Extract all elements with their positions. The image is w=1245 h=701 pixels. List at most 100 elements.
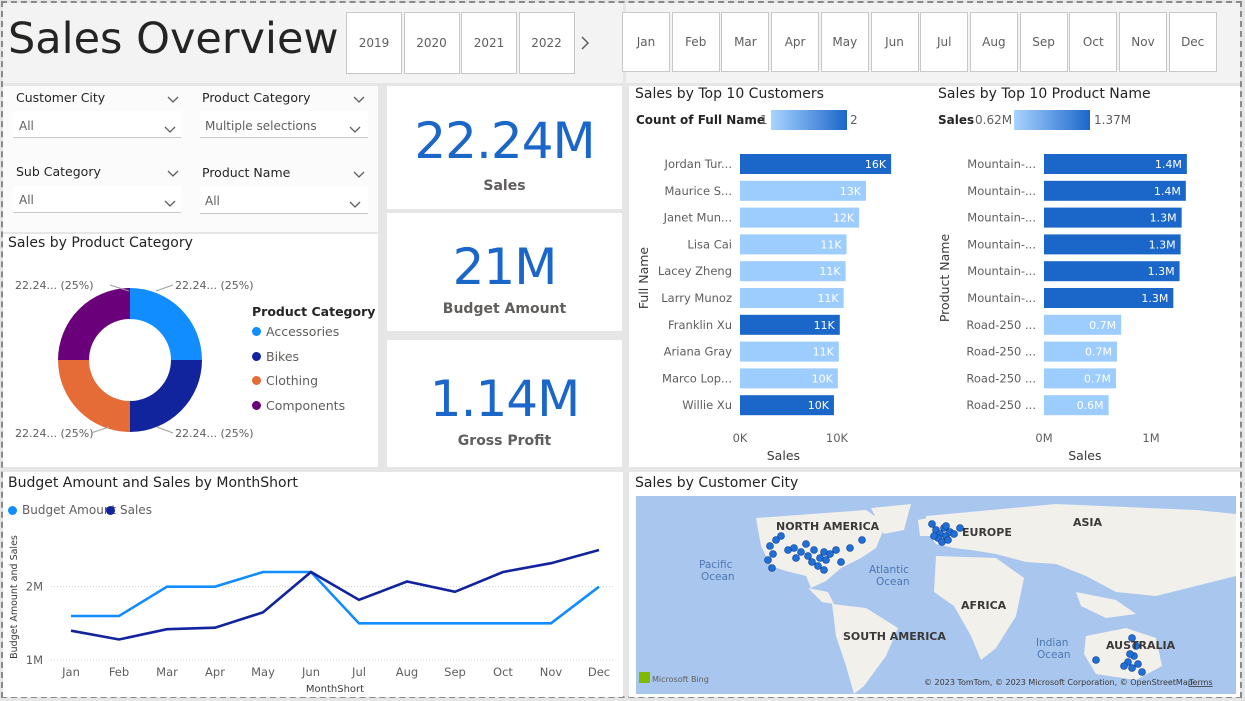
donut-legend-item-clothing[interactable]: Clothing xyxy=(252,373,318,388)
y-axis-title: Budget Amount and Sales xyxy=(9,535,20,659)
sales-kpi-card[interactable]: 22.24M Sales xyxy=(387,86,622,209)
budget-kpi-value: 21M xyxy=(452,238,558,296)
sub-category-collapse-icon[interactable] xyxy=(166,164,180,183)
donut-slice-label: 22.24... (25%) xyxy=(15,279,94,292)
x-tick-label: Aug xyxy=(396,665,418,679)
line-chart[interactable]: 2M 1M Jan Feb Mar Apr May Jun Jul Aug Sep Oct Nov Dec… xyxy=(3,520,623,697)
line-series-sales[interactable] xyxy=(70,548,600,641)
city-bubble[interactable] xyxy=(944,536,952,544)
y-axis-title: Product Name xyxy=(937,234,952,323)
city-bubble[interactable] xyxy=(1128,664,1136,672)
uk-landmass xyxy=(918,518,930,536)
bar-data-label: 0.7M xyxy=(1089,319,1116,332)
bar-category-label: Mountain-... xyxy=(967,184,1036,198)
month-button-nov[interactable]: Nov xyxy=(1119,12,1167,72)
donut-slice-bikes[interactable] xyxy=(130,360,202,432)
bar-data-label: 10K xyxy=(812,372,834,385)
customer-city-dropdown[interactable] xyxy=(13,111,181,138)
donut-slice-accessories[interactable] xyxy=(130,288,202,360)
bar-data-label: 1.3M xyxy=(1141,292,1168,305)
profit-kpi-card[interactable]: 1.14M Gross Profit xyxy=(387,340,622,467)
month-button-may[interactable]: May xyxy=(820,12,869,72)
sub-category-dropdown[interactable] xyxy=(13,186,181,213)
city-bubble[interactable] xyxy=(822,556,830,564)
city-bubble[interactable] xyxy=(784,546,792,554)
donut-chart[interactable]: 22.24... (25%) 22.24... (25%) 22.24... (… xyxy=(3,260,253,460)
city-bubble[interactable] xyxy=(810,546,818,554)
top-customers-chart[interactable]: Jordan Tur... 16K Maurice S... 13K Janet Mun… xyxy=(629,140,929,466)
x-tick-label: Jul xyxy=(351,665,366,679)
city-bubble[interactable] xyxy=(764,556,772,564)
bar-data-label: 13K xyxy=(840,185,862,198)
y-tick-label: 2M xyxy=(26,580,43,594)
top-products-chart[interactable]: Mountain-... 1.4M Mountain-... 1.4M Mountain… xyxy=(930,140,1235,466)
city-bubble[interactable] xyxy=(1120,662,1128,670)
product-name-collapse-icon[interactable] xyxy=(352,165,366,184)
donut-slice-label: 22.24... (25%) xyxy=(15,427,94,440)
bar-category-label: Lisa Cai xyxy=(687,237,732,251)
city-bubble[interactable] xyxy=(930,532,938,540)
ocean-label-atlantic: Atlantic Ocean xyxy=(869,564,910,588)
donut-slice-clothing[interactable] xyxy=(58,360,130,432)
month-button-jul[interactable]: Jul xyxy=(920,12,969,72)
bar-category-label: Jordan Tur... xyxy=(664,157,732,171)
city-bubble[interactable] xyxy=(768,564,776,572)
bing-logo-icon xyxy=(639,672,650,683)
city-bubble[interactable] xyxy=(826,550,834,558)
city-bubble[interactable] xyxy=(928,520,936,528)
city-bubble[interactable] xyxy=(1092,656,1100,664)
city-bubble[interactable] xyxy=(942,522,950,530)
year-button-2021[interactable]: 2021 xyxy=(461,12,517,74)
legend-sales[interactable]: Sales xyxy=(106,503,152,517)
city-bubble[interactable] xyxy=(777,532,785,540)
city-bubble[interactable] xyxy=(1134,660,1142,668)
year-button-2022[interactable]: 2022 xyxy=(518,12,575,74)
legend-budget[interactable]: Budget Amount xyxy=(8,503,116,517)
year-button-2019[interactable]: 2019 xyxy=(346,12,402,74)
city-bubble[interactable] xyxy=(858,536,866,544)
map-terms-link: Terms xyxy=(1188,678,1213,687)
month-button-dec[interactable]: Dec xyxy=(1168,12,1217,72)
map-title: Sales by Customer City xyxy=(635,475,799,491)
month-button-feb[interactable]: Feb xyxy=(671,12,720,72)
customer-city-collapse-icon[interactable] xyxy=(166,90,180,109)
month-button-oct[interactable]: Oct xyxy=(1069,12,1118,72)
budget-kpi-card[interactable]: 21M Budget Amount xyxy=(387,213,622,331)
city-bubble[interactable] xyxy=(814,562,822,570)
city-bubble[interactable] xyxy=(802,540,810,548)
month-button-apr[interactable]: Apr xyxy=(771,12,820,72)
city-bubble[interactable] xyxy=(808,558,816,566)
donut-legend-item-bikes[interactable]: Bikes xyxy=(252,349,299,364)
year-button-2020[interactable]: 2020 xyxy=(403,12,460,74)
month-button-sep[interactable]: Sep xyxy=(1019,12,1068,72)
city-bubble[interactable] xyxy=(950,530,958,538)
page-title: Sales Overview xyxy=(8,14,339,64)
donut-slice-components[interactable] xyxy=(58,288,130,360)
city-bubble[interactable] xyxy=(837,558,845,566)
city-bubble[interactable] xyxy=(1138,668,1146,676)
month-button-jan[interactable]: Jan xyxy=(622,12,670,72)
month-button-mar[interactable]: Mar xyxy=(721,12,770,72)
city-bubble[interactable] xyxy=(797,548,805,556)
year-next-icon[interactable] xyxy=(578,34,592,52)
budget-kpi-label: Budget Amount xyxy=(442,301,567,317)
month-button-jun[interactable]: Jun xyxy=(870,12,919,72)
city-bubble[interactable] xyxy=(804,552,812,560)
city-bubble[interactable] xyxy=(820,566,828,574)
y-axis-title: Full Name xyxy=(636,247,651,310)
donut-legend-item-components[interactable]: Components xyxy=(252,398,345,413)
ocean-label-indian: Indian Ocean xyxy=(1036,637,1071,661)
world-map[interactable]: NORTH AMERICA EUROPE ASIA AFRICA SOUTH A… xyxy=(636,496,1236,694)
city-bubble[interactable] xyxy=(792,554,800,562)
product-name-dropdown[interactable] xyxy=(200,187,368,214)
city-bubble[interactable] xyxy=(766,542,774,550)
product-category-collapse-icon[interactable] xyxy=(352,90,366,109)
top-customers-legend-gradient xyxy=(771,110,847,130)
bar-category-label: Janet Mun... xyxy=(663,211,732,225)
city-bubble[interactable] xyxy=(846,544,854,552)
city-bubble[interactable] xyxy=(769,550,777,558)
donut-legend-item-accessories[interactable]: Accessories xyxy=(252,324,339,339)
city-bubble[interactable] xyxy=(832,546,840,554)
line-series-budget-amount[interactable] xyxy=(71,570,600,625)
month-button-aug[interactable]: Aug xyxy=(969,12,1018,72)
